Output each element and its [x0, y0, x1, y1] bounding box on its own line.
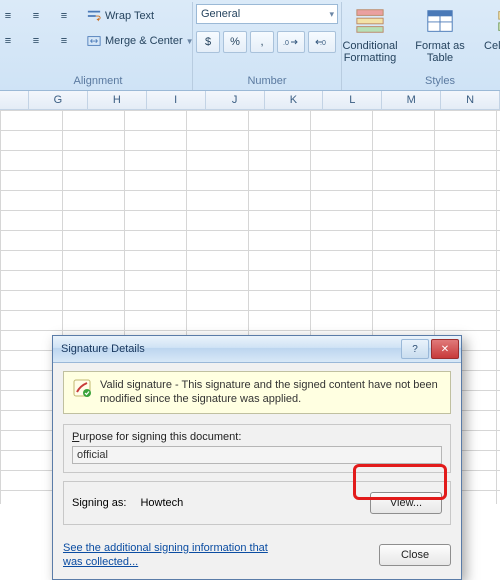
- dialog-titlebar[interactable]: Signature Details ? ✕: [53, 336, 461, 363]
- merge-icon: [86, 33, 102, 49]
- svg-text:.0: .0: [320, 40, 326, 47]
- increase-decimal-button[interactable]: .0: [277, 31, 305, 53]
- cell-styles-label: Cell Styles: [484, 40, 500, 52]
- align-left[interactable]: ≡: [0, 29, 21, 53]
- merge-center-button[interactable]: Merge & Center ▼: [81, 29, 201, 53]
- align-top[interactable]: ≡: [0, 4, 21, 28]
- cell-styles-icon: [494, 6, 500, 38]
- close-x-button[interactable]: ✕: [431, 339, 459, 359]
- conditional-formatting-icon: [354, 6, 386, 38]
- signature-info-text: Valid signature - This signature and the…: [100, 378, 442, 407]
- group-label-number: Number: [199, 73, 335, 90]
- format-as-table-button[interactable]: Format as Table: [407, 4, 473, 66]
- additional-info-link[interactable]: See the additional signing information t…: [63, 541, 283, 570]
- number-format-value: General: [201, 8, 240, 20]
- align-center[interactable]: ≡: [23, 29, 49, 53]
- help-button[interactable]: ?: [401, 339, 429, 359]
- align-bottom[interactable]: ≡: [51, 4, 77, 28]
- valid-signature-icon: [72, 378, 92, 398]
- conditional-formatting-label: Conditional Formatting: [341, 40, 399, 64]
- dialog-title: Signature Details: [61, 343, 145, 355]
- svg-text:.0: .0: [283, 40, 289, 47]
- wrap-text-icon: [86, 8, 102, 24]
- close-button[interactable]: Close: [379, 544, 451, 566]
- comma-button[interactable]: ,: [250, 31, 274, 53]
- signing-as-row: Signing as: Howtech View...: [63, 481, 451, 525]
- purpose-fieldset: PPurpose for signing this document:urpos…: [63, 424, 451, 473]
- group-number: General $ % , .0 .0 Number: [193, 2, 342, 90]
- group-alignment: ≡ ≡ ≡ ≡ ≡ ≡ Wrap Text: [4, 2, 193, 90]
- signing-as-value: Howtech: [140, 497, 183, 509]
- align-middle[interactable]: ≡: [23, 4, 49, 28]
- purpose-label: PPurpose for signing this document:urpos…: [72, 431, 442, 443]
- col-header[interactable]: H: [88, 91, 147, 109]
- col-header[interactable]: K: [265, 91, 324, 109]
- view-button[interactable]: View...: [370, 492, 442, 514]
- column-headers: G H I J K L M N: [0, 91, 500, 110]
- conditional-formatting-button[interactable]: Conditional Formatting: [337, 4, 403, 66]
- percent-button[interactable]: %: [223, 31, 247, 53]
- purpose-field: [72, 446, 442, 464]
- signature-info-box: Valid signature - This signature and the…: [63, 371, 451, 414]
- format-as-table-label: Format as Table: [411, 40, 469, 64]
- col-header[interactable]: L: [323, 91, 382, 109]
- col-header[interactable]: G: [29, 91, 88, 109]
- col-header[interactable]: J: [206, 91, 265, 109]
- ribbon: ≡ ≡ ≡ ≡ ≡ ≡ Wrap Text: [0, 0, 500, 91]
- signature-details-dialog: Signature Details ? ✕ Valid signature - …: [52, 335, 462, 580]
- wrap-text-button[interactable]: Wrap Text: [81, 4, 201, 28]
- col-header[interactable]: N: [441, 91, 500, 109]
- wrap-text-label: Wrap Text: [105, 10, 154, 22]
- group-label-styles: Styles: [348, 73, 500, 90]
- cell-styles-button[interactable]: Cell Styles: [477, 4, 500, 54]
- align-right[interactable]: ≡: [51, 29, 77, 53]
- group-label-alignment: Alignment: [10, 73, 186, 90]
- merge-center-label: Merge & Center: [105, 35, 183, 47]
- decrease-decimal-button[interactable]: .0: [308, 31, 336, 53]
- col-header[interactable]: I: [147, 91, 206, 109]
- signing-as-label: Signing as:: [72, 497, 126, 509]
- col-header[interactable]: M: [382, 91, 441, 109]
- group-styles: Conditional Formatting Format as Table C…: [342, 2, 500, 90]
- worksheet-grid[interactable]: Signature Details ? ✕ Valid signature - …: [0, 110, 500, 504]
- number-format-combo[interactable]: General: [196, 4, 338, 24]
- currency-button[interactable]: $: [196, 31, 220, 53]
- format-as-table-icon: [424, 6, 456, 38]
